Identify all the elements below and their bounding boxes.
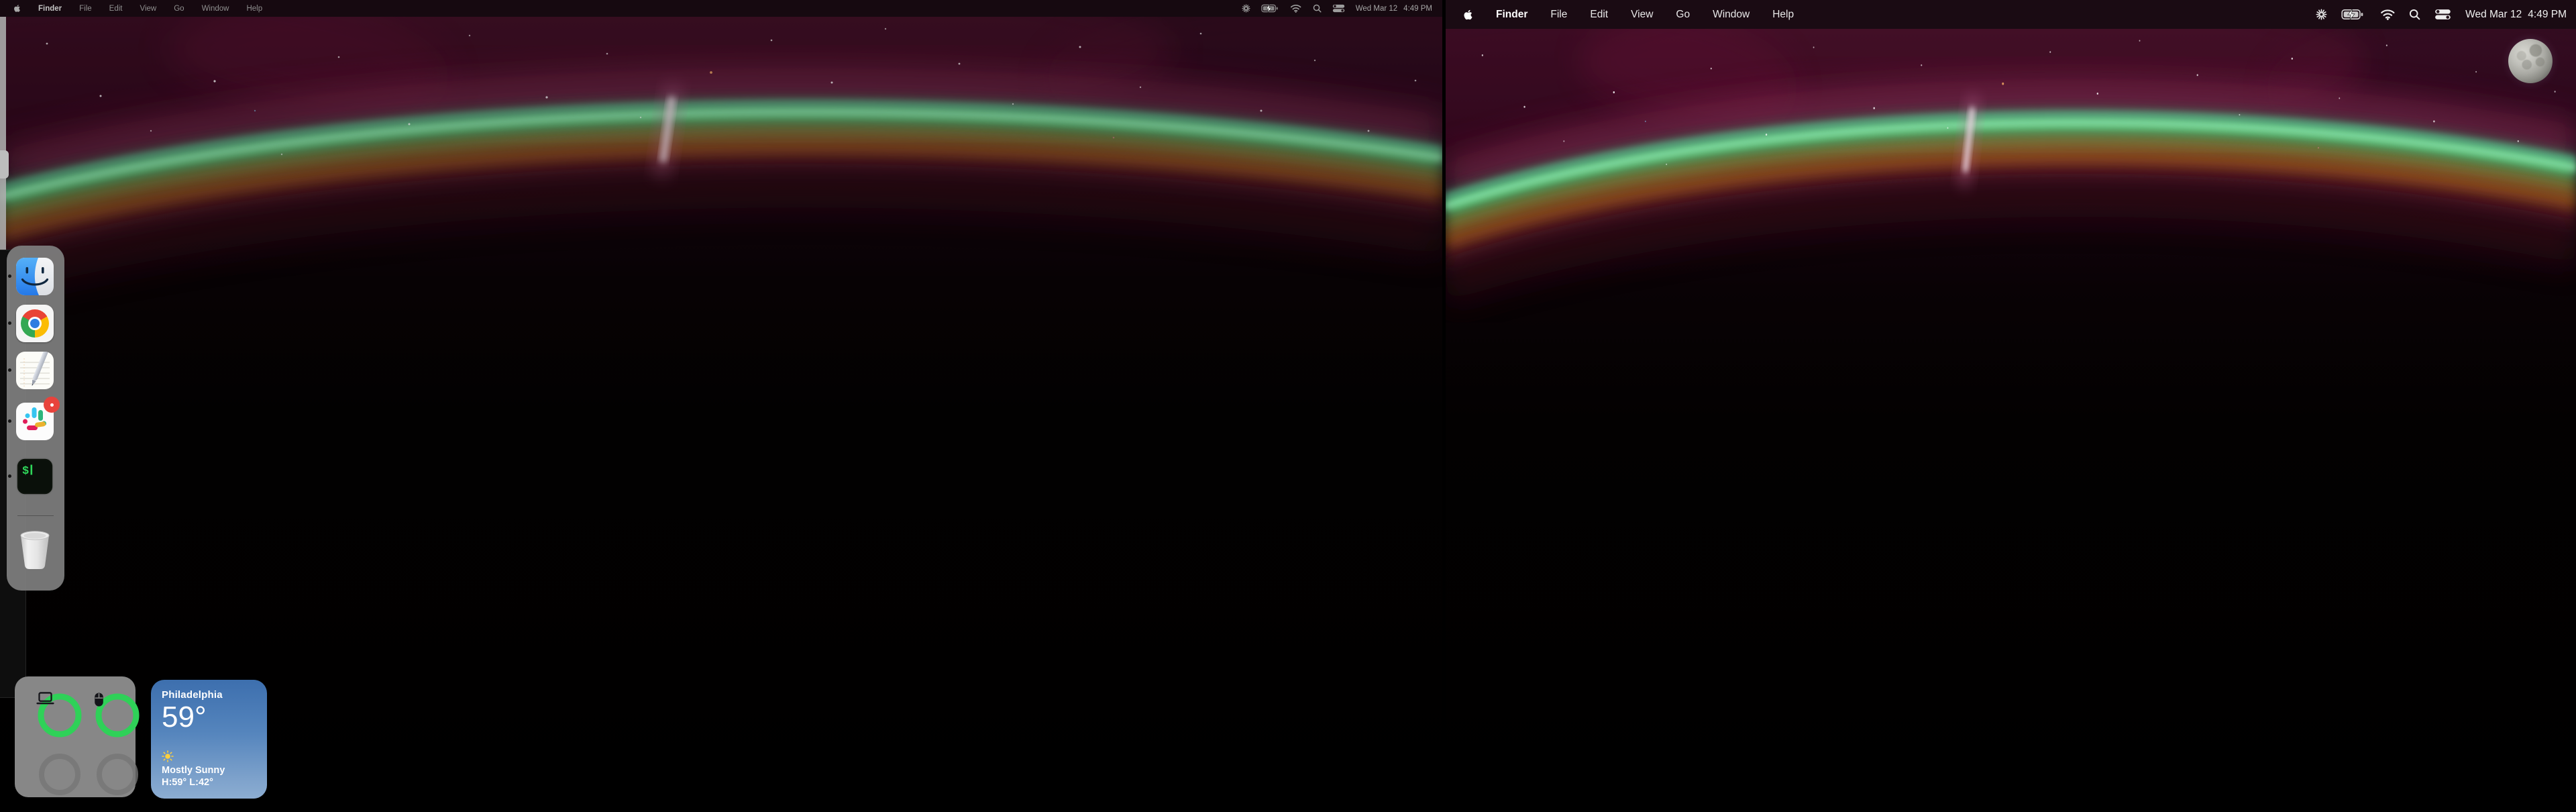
menu-bar-clock[interactable]: Wed Mar 12 4:49 PM [1356,5,1432,13]
date-label: Wed Mar 12 [2465,9,2522,21]
menu-help[interactable]: Help [246,5,262,13]
dock-item-chrome[interactable] [16,305,54,342]
menu-window[interactable]: Window [202,5,229,13]
wifi-icon[interactable] [2380,9,2396,20]
battery-ring-empty [36,751,83,798]
weather-condition: Mostly Sunny [162,765,256,776]
svg-text:$: $ [22,465,29,478]
menu-go[interactable]: Go [1676,9,1690,21]
menu-view[interactable]: View [140,5,157,13]
chrome-icon [16,305,54,342]
sunburst-icon[interactable] [2316,9,2327,20]
running-indicator-chrome [8,321,11,325]
dock-item-slack[interactable] [16,403,54,440]
aurora-wallpaper [1446,29,2576,812]
apple-menu[interactable] [1463,9,1473,21]
battery-ring-empty [94,751,141,798]
dock-item-finder[interactable] [16,258,54,295]
moon-image [2508,39,2553,83]
battery-charging-icon[interactable] [2341,9,2365,20]
time-label: 4:49 PM [1403,5,1432,13]
wifi-icon[interactable] [1290,4,1301,13]
weather-temperature: 59° [162,702,256,733]
spotlight-search-icon[interactable] [2409,9,2420,20]
menu-view[interactable]: View [1631,9,1653,21]
sun-icon [162,750,256,762]
menu-help[interactable]: Help [1772,9,1794,21]
running-indicator-notes [8,368,11,372]
spotlight-search-icon[interactable] [1313,4,1322,13]
menu-go[interactable]: Go [174,5,184,13]
battery-ring-laptop [36,692,83,739]
weather-widget[interactable]: Philadelphia 59° Mostly Sunny H:59° L:42… [151,680,267,799]
offscreen-window-edge-handle[interactable] [0,150,9,179]
control-center-icon[interactable] [2434,9,2451,20]
running-indicator-finder [8,274,11,278]
offscreen-window-edge[interactable] [0,17,6,250]
dock-item-notes[interactable] [16,352,54,389]
slack-notification-badge [44,397,60,413]
weather-high-low: H:59° L:42° [162,777,256,788]
laptop-icon [36,692,83,739]
battery-widget[interactable] [15,676,136,797]
sunburst-icon[interactable] [1242,4,1250,13]
app-menu-finder[interactable]: Finder [1496,9,1527,21]
battery-ring-mouse [94,692,141,739]
date-label: Wed Mar 12 [1356,5,1397,13]
control-center-icon[interactable] [1332,4,1345,13]
dock-separator [17,515,54,516]
menu-bar-right: Finder File Edit View Go Window Help [1446,0,2576,29]
dock-item-trash[interactable] [16,529,54,570]
apple-menu[interactable] [13,4,21,13]
menu-bar-clock[interactable]: Wed Mar 12 4:49 PM [2465,9,2567,21]
menu-file[interactable]: File [1550,9,1567,21]
dock-item-terminal[interactable]: $ [16,458,54,495]
screen-left: Finder File Edit View Go Window Help [0,0,1442,812]
menu-edit[interactable]: Edit [1590,9,1608,21]
time-label: 4:49 PM [2528,9,2567,21]
desktop: Finder File Edit View Go Window Help [0,0,2576,812]
menu-bar-left: Finder File Edit View Go Window Help [0,0,1442,17]
menu-window[interactable]: Window [1713,9,1750,21]
screen-right: Finder File Edit View Go Window Help [1446,0,2576,812]
menu-edit[interactable]: Edit [109,5,123,13]
weather-city: Philadelphia [162,689,256,701]
running-indicator-terminal [8,474,11,478]
menu-file[interactable]: File [79,5,92,13]
mouse-icon [94,692,141,739]
running-indicator-slack [8,419,11,423]
battery-charging-icon[interactable] [1261,4,1280,13]
app-menu-finder[interactable]: Finder [38,5,62,13]
